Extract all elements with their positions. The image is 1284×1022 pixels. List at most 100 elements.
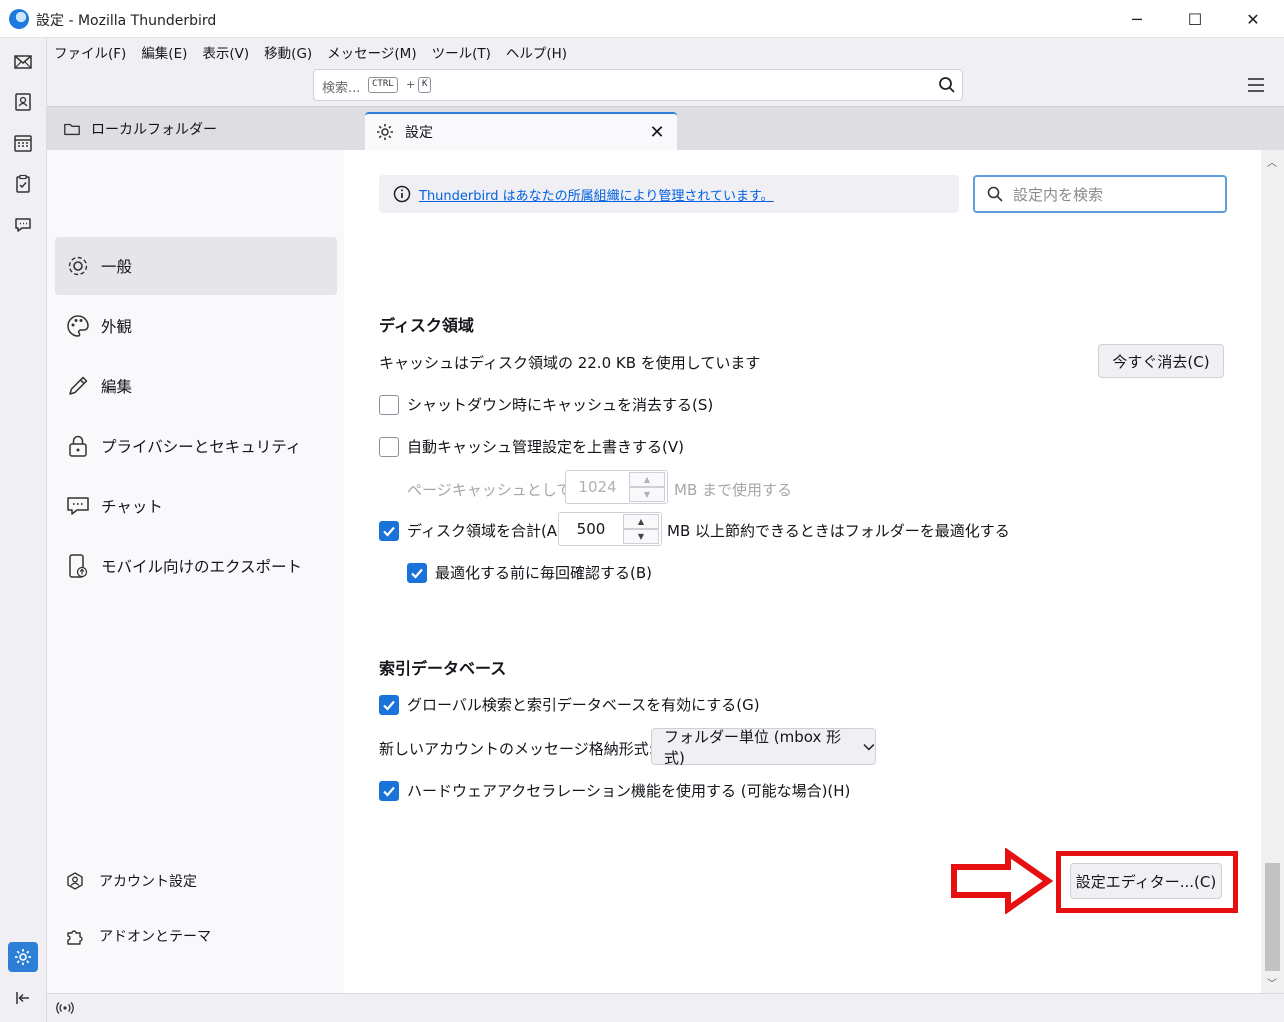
scroll-down-icon[interactable]: ﹀ xyxy=(1267,975,1277,990)
mobile-export-icon xyxy=(69,554,88,578)
calendar-space-button[interactable] xyxy=(8,128,38,158)
address-book-space-button[interactable] xyxy=(8,87,38,117)
menu-bar: ファイル(F) 編集(E) 表示(V) 移動(G) メッセージ(M) ツール(T… xyxy=(47,38,1284,65)
tab-local-folders[interactable]: ローカルフォルダー xyxy=(47,107,357,150)
minimize-button[interactable]: ─ xyxy=(1108,0,1166,38)
nav-item-mobile-export[interactable]: モバイル向けのエクスポート xyxy=(55,537,337,595)
calendar-icon xyxy=(14,135,32,152)
addons-themes-link[interactable]: アドオンとテーマ xyxy=(65,922,211,950)
tasks-icon xyxy=(16,174,30,193)
store-type-select[interactable]: フォルダー単位 (mbox 形式) xyxy=(651,727,876,767)
content-scrollbar[interactable]: ︿ ﹀ xyxy=(1261,150,1284,993)
mail-icon xyxy=(14,55,32,69)
clear-on-shutdown-checkbox[interactable] xyxy=(379,394,399,415)
tab-settings[interactable]: 設定 ✕ xyxy=(365,112,677,150)
hw-accel-checkbox[interactable] xyxy=(379,780,399,801)
hw-accel-label: ハードウェアアクセラレーション機能を使用する (可能な場合)(H) xyxy=(407,782,851,800)
compact-unit: MB 以上節約できるときはフォルダーを最適化する xyxy=(667,522,1010,540)
palette-icon xyxy=(67,315,89,337)
nav-item-appearance-label: 外観 xyxy=(101,318,133,336)
gear-icon xyxy=(15,949,31,965)
app-menu-icon[interactable] xyxy=(1247,77,1265,93)
stepper-down-icon[interactable]: ▼ xyxy=(623,529,659,544)
nav-item-general-label: 一般 xyxy=(101,258,133,276)
tab-strip: ローカルフォルダー 設定 ✕ xyxy=(47,107,1284,150)
collapse-spaces-button[interactable] xyxy=(8,983,38,1013)
settings-search-input[interactable]: 設定内を検索 xyxy=(973,175,1227,213)
menu-edit[interactable]: 編集(E) xyxy=(141,42,187,62)
cache-usage-text: キャッシュはディスク領域の 22.0 KB を使用しています xyxy=(379,354,761,372)
maximize-button[interactable]: ☐ xyxy=(1166,0,1224,38)
confirm-compact-label: 最適化する前に毎回確認する(B) xyxy=(435,564,652,582)
nav-item-chat-label: チャット xyxy=(101,498,163,516)
puzzle-icon xyxy=(67,930,83,945)
search-icon[interactable] xyxy=(938,76,956,94)
managed-notice-link[interactable]: Thunderbird はあなたの所属組織により管理されています。 xyxy=(419,185,774,204)
override-cache-checkbox[interactable] xyxy=(379,436,399,457)
unified-toolbar: 検索... CTRL + K xyxy=(47,65,1284,107)
tab-settings-label: 設定 xyxy=(405,125,433,141)
disk-space-heading: ディスク領域 xyxy=(379,316,474,335)
clear-on-shutdown-row: シャットダウン時にキャッシュを消去する(S) xyxy=(379,394,713,415)
store-type-value: フォルダー単位 (mbox 形式) xyxy=(664,727,842,767)
menu-file[interactable]: ファイル(F) xyxy=(54,42,126,62)
menu-message[interactable]: メッセージ(M) xyxy=(327,42,416,62)
title-bar: 設定 - Mozilla Thunderbird ─ ☐ ✕ xyxy=(0,0,1284,38)
tab-local-folders-label: ローカルフォルダー xyxy=(91,121,217,138)
page-cache-stepper: 1024 ▲ ▼ xyxy=(565,470,668,504)
chat-space-button[interactable] xyxy=(8,210,38,240)
gear-icon xyxy=(377,124,393,140)
search-icon xyxy=(987,186,1003,202)
account-settings-link[interactable]: アカウント設定 xyxy=(65,867,197,895)
menu-go[interactable]: 移動(G) xyxy=(264,42,312,62)
window-title: 設定 - Mozilla Thunderbird xyxy=(36,13,217,29)
scroll-thumb[interactable] xyxy=(1265,863,1280,971)
kbd-k: K xyxy=(418,77,432,93)
chat-icon xyxy=(15,218,31,232)
managed-notice: Thunderbird はあなたの所属組織により管理されています。 xyxy=(379,175,959,213)
confirm-compact-checkbox[interactable] xyxy=(407,562,427,583)
online-status-icon[interactable] xyxy=(55,1001,75,1015)
stepper-down-icon: ▼ xyxy=(629,487,665,502)
close-tab-icon[interactable]: ✕ xyxy=(647,122,667,143)
compact-row: ディスク領域を合計(A) xyxy=(379,520,563,541)
close-window-button[interactable]: ✕ xyxy=(1224,0,1282,38)
nav-item-appearance[interactable]: 外観 xyxy=(55,297,337,355)
compact-label: ディスク領域を合計(A) xyxy=(407,522,563,540)
spaces-toolbar xyxy=(0,38,47,1022)
checkmark-icon xyxy=(411,568,423,579)
menu-tools[interactable]: ツール(T) xyxy=(432,42,491,62)
settings-nav: 一般 外観 編集 プライバシーとセキュリティ チャット モバイル向けのエクスポー… xyxy=(47,150,344,993)
clear-on-shutdown-label: シャットダウン時にキャッシュを消去する(S) xyxy=(407,396,714,414)
scroll-up-icon[interactable]: ︿ xyxy=(1267,154,1277,169)
info-icon xyxy=(393,185,411,203)
mail-space-button[interactable] xyxy=(8,47,38,77)
page-cache-unit: MB まで使用する xyxy=(674,481,793,499)
nav-item-mobile-export-label: モバイル向けのエクスポート xyxy=(101,558,303,576)
collapse-left-icon xyxy=(16,992,29,1004)
settings-space-button[interactable] xyxy=(8,942,38,972)
chevron-down-icon xyxy=(863,743,875,750)
menu-help[interactable]: ヘルプ(H) xyxy=(506,42,567,62)
compact-checkbox[interactable] xyxy=(379,520,399,541)
lock-icon xyxy=(69,435,87,457)
page-cache-value: 1024 xyxy=(578,478,617,496)
global-search-box[interactable]: 検索... CTRL + K xyxy=(313,69,963,101)
addons-themes-label: アドオンとテーマ xyxy=(99,929,211,945)
annotation-arrow-icon xyxy=(951,848,1054,914)
menu-view[interactable]: 表示(V) xyxy=(202,42,249,62)
clear-cache-button[interactable]: 今すぐ消去(C) xyxy=(1098,344,1224,378)
index-db-heading: 索引データベース xyxy=(379,659,507,678)
checkmark-icon xyxy=(383,526,395,537)
account-settings-icon xyxy=(67,872,83,890)
nav-item-general[interactable]: 一般 xyxy=(55,237,337,295)
override-cache-row: 自動キャッシュ管理設定を上書きする(V) xyxy=(379,436,684,457)
tasks-space-button[interactable] xyxy=(8,169,38,199)
nav-item-privacy[interactable]: プライバシーとセキュリティ xyxy=(55,417,337,475)
compact-threshold-stepper[interactable]: 500 ▲ ▼ xyxy=(558,512,662,546)
stepper-up-icon[interactable]: ▲ xyxy=(623,514,659,529)
global-search-checkbox[interactable] xyxy=(379,694,399,715)
nav-item-chat[interactable]: チャット xyxy=(55,477,337,535)
nav-item-compose[interactable]: 編集 xyxy=(55,357,337,415)
address-book-icon xyxy=(15,93,31,111)
